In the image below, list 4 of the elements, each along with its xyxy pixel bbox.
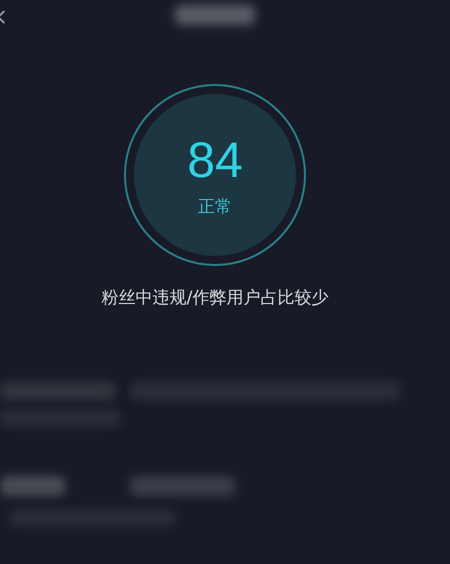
description: 粉丝中违规/作弊用户占比较少 xyxy=(102,287,328,310)
score-value: 84 xyxy=(187,134,243,184)
blurred-text xyxy=(0,476,65,496)
score-status: 正常 xyxy=(198,198,232,216)
